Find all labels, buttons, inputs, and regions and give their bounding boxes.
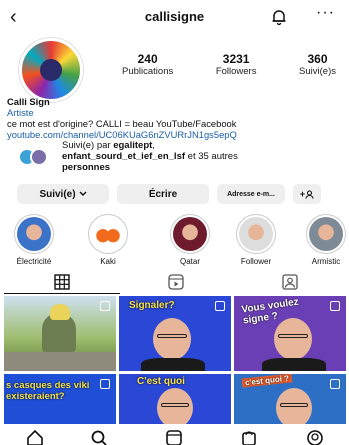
highlight-kaki[interactable]: Kaki — [78, 214, 138, 266]
highlight-ring — [14, 214, 54, 254]
posts-grid: Signaler? Vous voulez signe ? s casques … — [4, 296, 346, 424]
following-button-label: Suivi(e) — [39, 188, 76, 200]
stat-followers-count: 3231 — [222, 52, 250, 66]
highlight-ring — [170, 214, 210, 254]
profile-username: callisigne — [144, 9, 205, 24]
followed-by-user1[interactable]: egalitept — [113, 140, 152, 151]
reel-icon — [100, 301, 110, 311]
reel-icon — [330, 379, 340, 389]
stat-followers[interactable]: 3231 Followers — [216, 52, 257, 77]
profile-avatar[interactable] — [19, 38, 83, 102]
highlight-armistice[interactable]: Armistic — [296, 214, 349, 266]
glasses-shape — [280, 403, 308, 407]
tab-tagged[interactable] — [232, 274, 348, 294]
followed-by-user2[interactable]: enfant_sourd_et_ief_en_lsf — [62, 151, 185, 162]
stat-following-label: Suivi(e)s — [299, 66, 336, 77]
tagged-person-icon — [282, 274, 298, 290]
reels-nav-icon[interactable] — [165, 429, 183, 445]
profile-stats: 240 Publications 3231 Followers 360 Suiv… — [122, 52, 336, 77]
followed-by-sep: , — [152, 140, 155, 151]
followed-by-text: Suivi(e) par egalitept, enfant_sourd_et_… — [62, 140, 342, 173]
highlight-thumbnail — [17, 217, 51, 251]
stat-publications[interactable]: 240 Publications — [122, 52, 173, 77]
reel-icon — [215, 301, 225, 311]
stat-followers-label: Followers — [215, 66, 257, 77]
profile-nav-icon[interactable] — [306, 429, 324, 445]
profile-category[interactable]: Artiste — [7, 107, 347, 118]
add-person-button[interactable]: + — [293, 184, 321, 204]
highlight-thumbnail — [309, 217, 343, 251]
post-caption: Signaler? — [129, 300, 175, 311]
stat-following[interactable]: 360 Suivi(e)s — [299, 52, 336, 77]
followed-by-suffix: et 35 autres — [185, 151, 238, 162]
story-highlights: Électricité Kaki Qatar Follower Armistic — [0, 214, 349, 268]
notifications-bell-icon[interactable] — [270, 8, 288, 26]
post-thumbnail[interactable] — [4, 296, 116, 371]
shirt-shape — [262, 358, 326, 371]
glasses-shape — [157, 334, 187, 338]
highlight-thumbnail — [91, 217, 125, 251]
profile-website-link[interactable]: youtube.com/channel/UC06KUaG6nZVURrJN1gs… — [7, 129, 347, 140]
profile-display-name: Calli Sign — [7, 96, 50, 107]
post-caption: C'est quoi — [137, 376, 185, 387]
person-head — [153, 318, 191, 360]
email-button[interactable]: Adresse e-m... — [217, 184, 285, 204]
following-button[interactable]: Suivi(e) — [17, 184, 109, 204]
followed-by-others[interactable]: personnes — [62, 162, 110, 173]
grid-icon — [54, 274, 70, 290]
post-thumbnail[interactable]: C'est quoi — [119, 374, 231, 424]
profile-action-buttons: Suivi(e) Écrire Adresse e-m... + — [17, 184, 337, 206]
highlight-label: Électricité — [16, 257, 52, 266]
shirt-shape — [141, 358, 205, 371]
chevron-down-icon — [79, 191, 87, 196]
home-icon[interactable] — [26, 429, 44, 445]
tab-reels[interactable] — [118, 274, 234, 294]
followed-by-prefix: Suivi(e) par — [62, 140, 114, 151]
reels-icon — [168, 274, 184, 290]
stat-publications-count: 240 — [137, 52, 158, 66]
person-icon — [305, 189, 314, 199]
viking-helmet-shape — [50, 304, 70, 320]
message-button[interactable]: Écrire — [117, 184, 209, 204]
follower-avatar — [30, 148, 48, 166]
highlight-thumbnail — [239, 217, 273, 251]
highlight-label: Armistic — [311, 257, 341, 266]
post-caption: s casques des viki existeraient? — [6, 380, 90, 402]
post-caption: c'est quoi ? — [241, 374, 293, 388]
highlight-ring — [88, 214, 128, 254]
highlight-ring — [306, 214, 346, 254]
highlight-label: Qatar — [179, 257, 200, 266]
glasses-shape — [278, 334, 308, 338]
reel-icon — [330, 301, 340, 311]
bottom-navigation — [0, 425, 349, 445]
profile-bio: Calli Sign Artiste ce mot est d'origine?… — [7, 96, 347, 140]
highlight-follower[interactable]: Follower — [226, 214, 286, 266]
more-options-icon[interactable]: ··· — [316, 4, 335, 22]
highlight-electricite[interactable]: Électricité — [4, 214, 64, 266]
glasses-shape — [161, 403, 189, 407]
profile-tabs — [0, 272, 349, 294]
highlight-qatar[interactable]: Qatar — [160, 214, 220, 266]
post-thumbnail[interactable]: Vous voulez signe ? — [234, 296, 346, 371]
post-thumbnail[interactable]: s casques des viki existeraient? — [4, 374, 116, 424]
highlight-label: Kaki — [100, 257, 116, 266]
highlight-ring — [236, 214, 276, 254]
highlight-label: Follower — [240, 257, 272, 266]
post-thumbnail[interactable]: c'est quoi ? — [234, 374, 346, 424]
shop-bag-icon[interactable] — [240, 429, 258, 445]
profile-bio-text: ce mot est d'origine? CALLI = beau YouTu… — [7, 118, 237, 129]
pedestal-shape — [4, 352, 116, 371]
post-thumbnail[interactable]: Signaler? — [119, 296, 231, 371]
stat-following-count: 360 — [307, 52, 328, 66]
followed-by[interactable]: Suivi(e) par egalitept, enfant_sourd_et_… — [18, 140, 338, 174]
person-head — [274, 318, 312, 360]
reel-icon — [100, 379, 110, 389]
tab-grid[interactable] — [4, 274, 120, 294]
search-icon[interactable] — [90, 429, 108, 445]
top-bar: ‹ callisigne ··· — [0, 4, 349, 32]
highlight-thumbnail — [173, 217, 207, 251]
stat-publications-label: Publications — [122, 66, 174, 77]
